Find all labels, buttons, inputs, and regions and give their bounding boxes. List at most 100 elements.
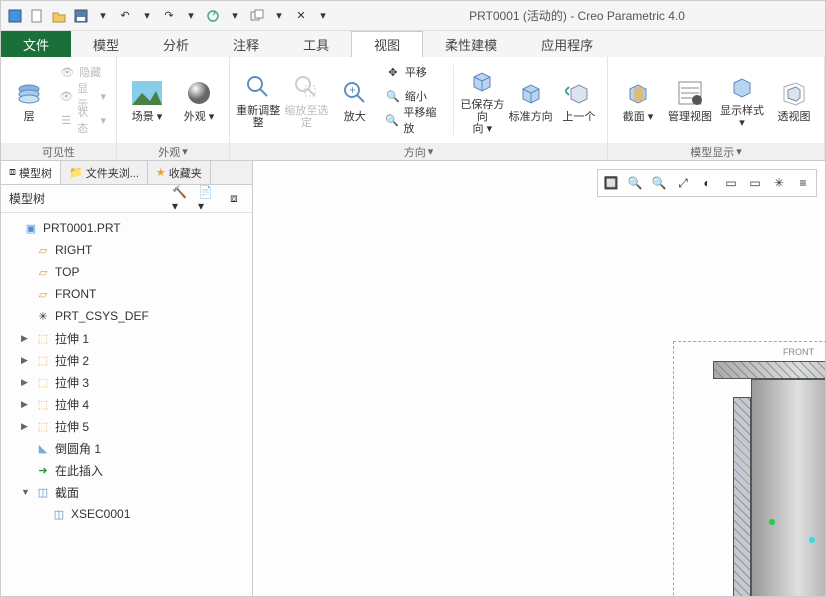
saved-view-button[interactable]: 已保存方向向 ▾ xyxy=(460,61,504,139)
section-group-icon: ◫ xyxy=(35,484,51,500)
vt-views-icon[interactable]: ▭ xyxy=(720,172,742,194)
app-icon[interactable] xyxy=(5,6,25,26)
zoom-area-icon xyxy=(290,71,322,103)
zoom-in-button[interactable]: + 放大 xyxy=(333,61,377,139)
xsec-icon: ◫ xyxy=(51,506,67,522)
zoom-select-button[interactable]: 缩放至选定 xyxy=(284,61,328,139)
tab-view[interactable]: 视图 xyxy=(351,31,423,57)
folder-icon: 📁 xyxy=(69,166,83,179)
tab-analysis[interactable]: 分析 xyxy=(141,31,211,57)
tree-extrude-5[interactable]: ▶⬚拉伸 5 xyxy=(1,415,252,437)
extrude-icon: ⬚ xyxy=(35,352,51,368)
tree-settings-icon[interactable]: 🔨▾ xyxy=(172,189,192,209)
standard-view-button[interactable]: 标准方向 xyxy=(508,61,552,139)
tab-file[interactable]: 文件 xyxy=(1,31,71,57)
render-icon xyxy=(726,71,758,103)
rearrange-button[interactable]: 重新调整整 xyxy=(236,61,280,139)
status-button[interactable]: ☰状态▾ xyxy=(55,109,110,131)
vt-annot-icon[interactable]: ≡ xyxy=(792,172,814,194)
svg-text:+: + xyxy=(349,83,356,97)
tree-options-icon[interactable]: ⧈ xyxy=(224,189,244,209)
3d-viewport[interactable]: 🔲 🔍 🔍 ⤢ ◐ ▭ ▭ ✳ ≡ FRONT Y↑ →X TOP PRT_CS… xyxy=(253,161,825,596)
new-icon[interactable] xyxy=(27,6,47,26)
tab-model[interactable]: 模型 xyxy=(71,31,141,57)
tree-extrude-2[interactable]: ▶⬚拉伸 2 xyxy=(1,349,252,371)
section-icon xyxy=(622,77,654,109)
manage-views-button[interactable]: 管理视图 xyxy=(666,61,714,139)
plane-icon: ▱ xyxy=(35,242,51,258)
arrow-right-icon: ➜ xyxy=(35,462,51,478)
regenerate-icon[interactable] xyxy=(203,6,223,26)
windows-icon[interactable] xyxy=(247,6,267,26)
vt-refit-icon[interactable]: 🔲 xyxy=(600,172,622,194)
tree-root[interactable]: ▣PRT0001.PRT xyxy=(1,217,252,239)
star-icon: ★ xyxy=(156,166,166,179)
tab-app[interactable]: 应用程序 xyxy=(519,31,615,57)
appearance-button[interactable]: 外观 ▾ xyxy=(175,61,223,139)
tree-datum-top[interactable]: ▱TOP xyxy=(1,261,252,283)
tree-chamfer[interactable]: ◣倒圆角 1 xyxy=(1,437,252,459)
extrude-icon: ⬚ xyxy=(35,418,51,434)
tree-sections[interactable]: ▼◫截面 xyxy=(1,481,252,503)
part-icon: ▣ xyxy=(23,220,39,236)
extrude-icon: ⬚ xyxy=(35,374,51,390)
display-style-button[interactable]: 显示样式 ▾ xyxy=(718,61,766,139)
main-area: ⧈模型树 📁文件夹浏... ★收藏夹 模型树 🔨▾ 📄▾ ⧈ ▣PRT0001.… xyxy=(1,161,825,596)
perspective-icon xyxy=(778,77,810,109)
tree-csys[interactable]: ✳PRT_CSYS_DEF xyxy=(1,305,252,327)
vt-shade-icon[interactable]: ◐ xyxy=(696,172,718,194)
pan-zoom-button[interactable]: 🔍平移缩放 xyxy=(381,109,447,131)
tab-tools[interactable]: 工具 xyxy=(281,31,351,57)
panzoom-icon: 🔍 xyxy=(385,112,400,128)
extrude-icon: ⬚ xyxy=(35,396,51,412)
vt-named-icon[interactable]: ▭ xyxy=(744,172,766,194)
vt-refit2-icon[interactable]: ⤢ xyxy=(672,172,694,194)
tree-extrude-4[interactable]: ▶⬚拉伸 4 xyxy=(1,393,252,415)
vt-zoom-in-icon[interactable]: 🔍 xyxy=(624,172,646,194)
undo-icon[interactable]: ↶ xyxy=(115,6,135,26)
close-icon[interactable]: ✕ xyxy=(291,6,311,26)
chevron-down-icon[interactable]: ▾ xyxy=(137,6,157,26)
previous-view-button[interactable]: 上一个 xyxy=(557,61,601,139)
ribbon-tabs: 文件 模型 分析 注释 工具 视图 柔性建模 应用程序 xyxy=(1,31,825,57)
chevron-down-icon[interactable]: ▾ xyxy=(93,6,113,26)
vt-datum-icon[interactable]: ✳ xyxy=(768,172,790,194)
tab-flex[interactable]: 柔性建模 xyxy=(423,31,519,57)
cube-back-icon xyxy=(563,77,595,109)
tree-extrude-1[interactable]: ▶⬚拉伸 1 xyxy=(1,327,252,349)
sidebar-tabs: ⧈模型树 📁文件夹浏... ★收藏夹 xyxy=(1,161,252,185)
save-icon[interactable] xyxy=(71,6,91,26)
sidebar-tab-folder[interactable]: 📁文件夹浏... xyxy=(61,161,148,184)
tree-filter-icon[interactable]: 📄▾ xyxy=(198,189,218,209)
plane-icon: ▱ xyxy=(35,264,51,280)
tree-xsec[interactable]: ◫XSEC0001 xyxy=(1,503,252,525)
chevron-down-icon[interactable]: ▾ xyxy=(269,6,289,26)
tree-insert-here[interactable]: ➜在此插入 xyxy=(1,459,252,481)
viewport-toolbar: 🔲 🔍 🔍 ⤢ ◐ ▭ ▭ ✳ ≡ xyxy=(597,169,817,197)
group-label: 方向 ▾ xyxy=(230,143,607,160)
redo-icon[interactable]: ↷ xyxy=(159,6,179,26)
tab-annotate[interactable]: 注释 xyxy=(211,31,281,57)
group-orientation: 重新调整整 缩放至选定 + 放大 ✥平移 🔍缩小 🔍平移缩放 已保存方向向 ▾ xyxy=(230,57,608,160)
chevron-down-icon[interactable]: ▾ xyxy=(225,6,245,26)
csys-icon: ✳ xyxy=(35,308,51,324)
plane-icon: ▱ xyxy=(35,286,51,302)
group-visibility: 层 👁隐藏 👁显示▾ ☰状态▾ 可见性 xyxy=(1,57,117,160)
open-icon[interactable] xyxy=(49,6,69,26)
sidebar-tab-tree[interactable]: ⧈模型树 xyxy=(1,161,61,184)
group-display: 截面 ▾ 管理视图 显示样式 ▾ 透视图 模型显示 ▾ xyxy=(608,57,825,160)
sidebar-tab-fav[interactable]: ★收藏夹 xyxy=(148,161,211,184)
layer-button[interactable]: 层 xyxy=(7,61,51,139)
tree-extrude-3[interactable]: ▶⬚拉伸 3 xyxy=(1,371,252,393)
perspective-button[interactable]: 透视图 xyxy=(770,61,818,139)
scene-icon xyxy=(131,77,163,109)
tree-datum-front[interactable]: ▱FRONT xyxy=(1,283,252,305)
chevron-down-icon[interactable]: ▾ xyxy=(181,6,201,26)
vt-zoom-out-icon[interactable]: 🔍 xyxy=(648,172,670,194)
tree-datum-right[interactable]: ▱RIGHT xyxy=(1,239,252,261)
tree-icon: ⧈ xyxy=(9,166,16,179)
pan-button[interactable]: ✥平移 xyxy=(381,61,447,83)
scene-button[interactable]: 场景 ▾ xyxy=(123,61,171,139)
section-button[interactable]: 截面 ▾ xyxy=(614,61,662,139)
chevron-down-icon[interactable]: ▾ xyxy=(313,6,333,26)
